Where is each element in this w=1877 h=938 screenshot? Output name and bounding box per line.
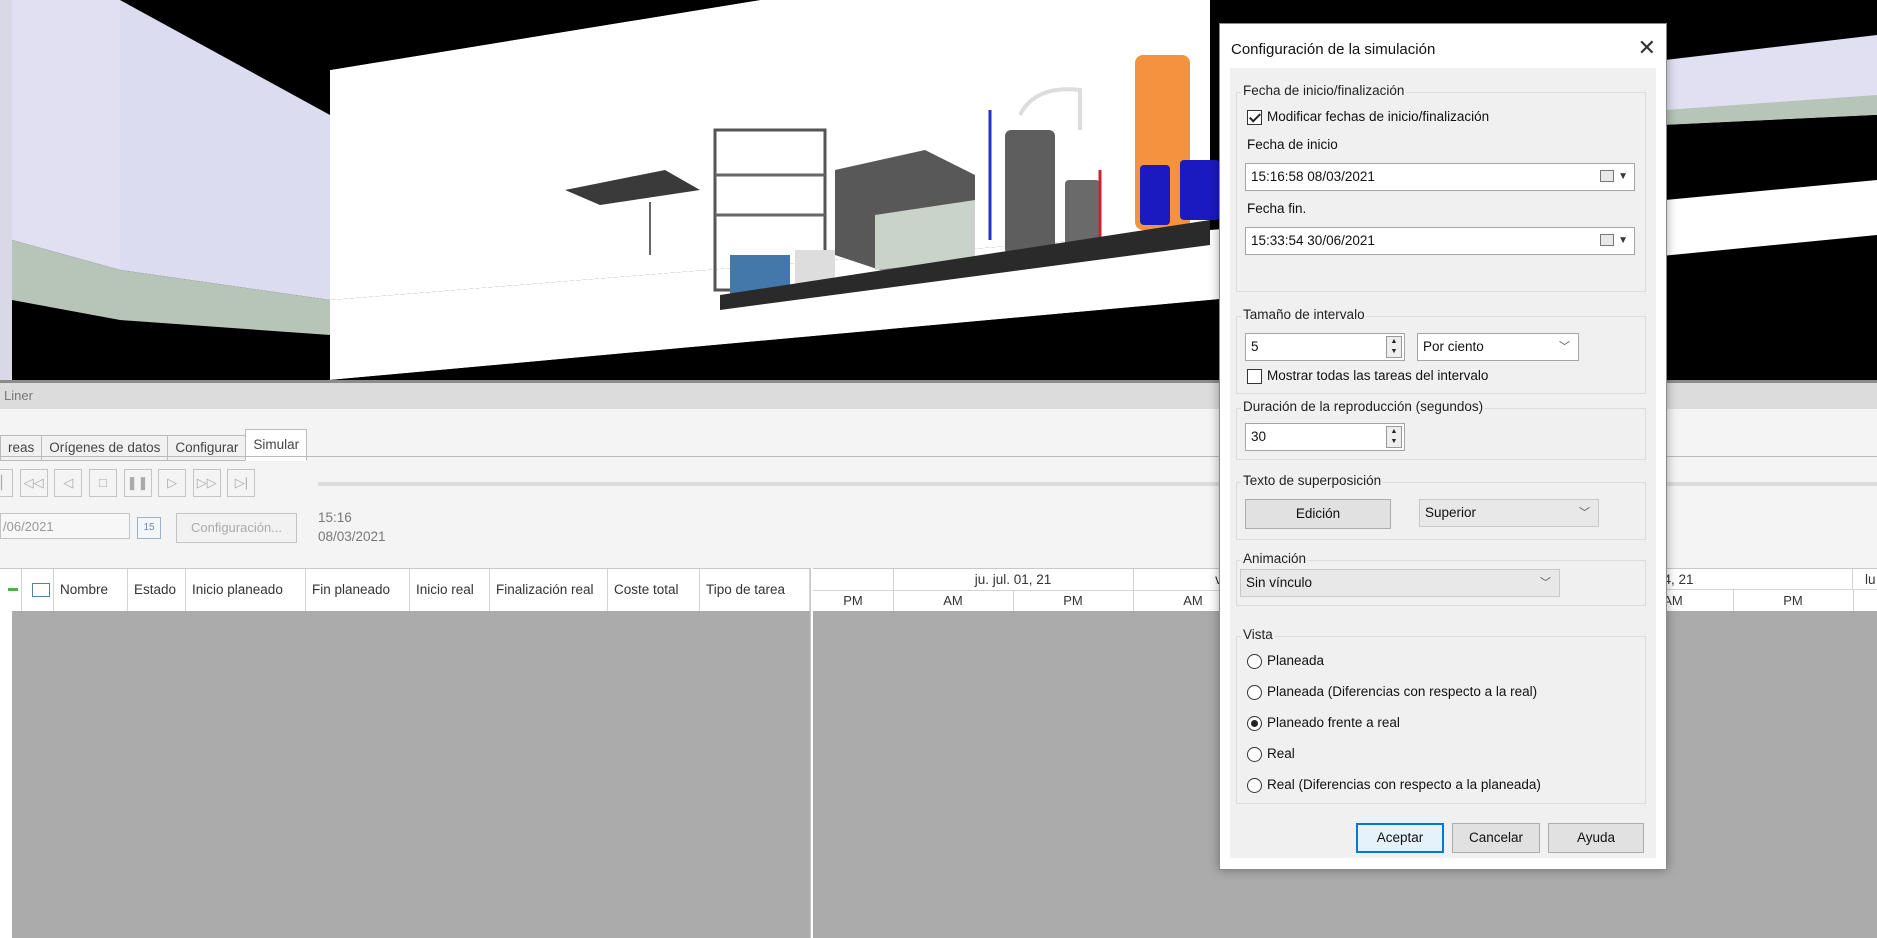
calendar-icon[interactable] — [1600, 170, 1614, 182]
animation-group-label: Animación — [1241, 551, 1309, 566]
simulation-date-field[interactable]: /06/2021 — [0, 513, 130, 539]
override-dates-checkbox[interactable] — [1247, 110, 1262, 125]
configuration-button[interactable]: Configuración... — [176, 513, 297, 543]
chevron-down-icon[interactable]: ▼ — [1618, 164, 1628, 190]
spinner-arrows-icon[interactable]: ▲ ▼ — [1386, 426, 1402, 448]
view-group: Vista Planeada Planeada (Diferencias con… — [1236, 627, 1646, 804]
overlay-position-value: Superior — [1425, 505, 1477, 520]
overlay-text-group-label: Texto de superposición — [1241, 473, 1384, 488]
interval-size-stepper[interactable]: 5 ▲ ▼ — [1245, 333, 1405, 361]
animation-group: Animación Sin vínculo ﹀ — [1236, 551, 1646, 606]
comment-icon[interactable] — [28, 569, 54, 611]
show-all-tasks-checkbox[interactable] — [1247, 369, 1262, 384]
step-forward-button[interactable]: ▷▷ — [192, 469, 221, 497]
interval-group-label: Tamaño de intervalo — [1241, 307, 1367, 322]
view-option-actual-radio[interactable] — [1247, 747, 1262, 762]
view-group-label: Vista — [1241, 627, 1275, 642]
gantt-day: ju. jul. 01, 21 — [893, 569, 1134, 591]
start-date-field[interactable]: 15:16:58 08/03/2021 ▼ — [1245, 163, 1635, 191]
column-actual-end[interactable]: Finalización real — [490, 569, 608, 611]
simulation-settings-dialog: Configuración de la simulación ✕ Fecha d… — [1219, 23, 1667, 870]
start-date-label: Fecha de inicio — [1247, 137, 1338, 152]
playback-group-label: Duración de la reproducción (segundos) — [1241, 399, 1486, 414]
view-option-actual-diff-label: Real (Diferencias con respecto a la plan… — [1267, 777, 1541, 792]
view-option-planned-radio[interactable] — [1247, 654, 1262, 669]
playback-toolbar: ▏ ◁◁ ◁ □ ❚❚ ▷ ▷▷ ▷| — [0, 469, 258, 499]
view-option-planned-diff-label: Planeada (Diferencias con respecto a la … — [1267, 684, 1538, 699]
start-date-value: 15:16:58 08/03/2021 — [1251, 169, 1375, 184]
view-option-planned-vs-actual-radio[interactable] — [1247, 716, 1262, 731]
cancel-button[interactable]: Cancelar — [1452, 823, 1540, 853]
calendar-icon[interactable] — [1600, 234, 1614, 246]
spinner-arrows-icon[interactable]: ▲ ▼ — [1386, 336, 1402, 358]
calendar-icon[interactable]: 15 — [137, 517, 161, 539]
end-date-field[interactable]: 15:33:54 30/06/2021 ▼ — [1245, 227, 1635, 255]
end-date-value: 15:33:54 30/06/2021 — [1251, 233, 1375, 248]
chevron-down-icon: ﹀ — [1559, 341, 1570, 353]
tab-configure[interactable]: Configurar — [167, 435, 247, 461]
tab-data-sources[interactable]: Orígenes de datos — [41, 435, 169, 461]
end-date-label: Fecha fin. — [1247, 201, 1307, 216]
gantt-half-day: PM — [1733, 590, 1854, 611]
close-icon[interactable]: ✕ — [1638, 36, 1656, 60]
play-reverse-button[interactable]: ▏ — [0, 469, 13, 497]
pause-button[interactable]: ❚❚ — [123, 469, 152, 497]
view-option-planned-label: Planeada — [1267, 653, 1325, 668]
step-back-fast-button[interactable]: ◁◁ — [19, 469, 48, 497]
show-all-tasks-label: Mostrar todas las tareas del intervalo — [1267, 368, 1489, 383]
tab-bar: reas Orígenes de datos Configurar Simular — [0, 429, 308, 461]
edit-overlay-button[interactable]: Edición — [1245, 499, 1391, 529]
stop-button[interactable]: □ — [88, 469, 117, 497]
grid-row-header — [0, 611, 12, 938]
go-to-end-button[interactable]: ▷| — [227, 469, 256, 497]
column-actual-start[interactable]: Inicio real — [410, 569, 490, 611]
playback-group: Duración de la reproducción (segundos) 3… — [1236, 399, 1646, 460]
task-grid-header: Nombre Estado Inicio planeado Fin planea… — [0, 568, 810, 612]
dates-group-label: Fecha de inicio/finalización — [1241, 83, 1407, 98]
help-button[interactable]: Ayuda — [1548, 823, 1644, 853]
chevron-down-icon[interactable]: ▼ — [1618, 228, 1628, 254]
dialog-title: Configuración de la simulación — [1231, 41, 1436, 58]
dialog-body: Fecha de inicio/finalización Modificar f… — [1230, 68, 1656, 858]
current-time-display: 15:16 08/03/2021 — [318, 508, 386, 546]
column-status[interactable]: Estado — [128, 569, 186, 611]
view-option-planned-vs-actual-label: Planeado frente a real — [1267, 715, 1400, 730]
column-task-type[interactable]: Tipo de tarea — [700, 569, 810, 611]
view-option-actual-diff-radio[interactable] — [1247, 778, 1262, 793]
animation-value: Sin vínculo — [1246, 575, 1313, 590]
gantt-half-day: AM — [893, 590, 1014, 611]
override-dates-label: Modificar fechas de inicio/finalización — [1267, 109, 1490, 124]
view-option-actual-label: Real — [1267, 746, 1295, 761]
current-time: 15:16 — [318, 510, 352, 525]
column-planned-start[interactable]: Inicio planeado — [186, 569, 306, 611]
column-name[interactable]: Nombre — [54, 569, 128, 611]
current-date: 08/03/2021 — [318, 529, 386, 544]
accept-button[interactable]: Aceptar — [1356, 823, 1444, 853]
step-back-button[interactable]: ◁ — [54, 469, 83, 497]
play-button[interactable]: ▷ — [158, 469, 187, 497]
view-option-planned-diff-radio[interactable] — [1247, 685, 1262, 700]
dates-group: Fecha de inicio/finalización Modificar f… — [1236, 83, 1646, 292]
overlay-position-select[interactable]: Superior ﹀ — [1419, 499, 1599, 527]
gantt-half-day: PM — [813, 590, 894, 611]
chevron-down-icon: ﹀ — [1540, 577, 1551, 589]
playback-duration-value: 30 — [1251, 429, 1267, 444]
interval-unit-value: Por ciento — [1423, 339, 1484, 354]
interval-group: Tamaño de intervalo 5 ▲ ▼ Por ciento ﹀ Mo… — [1236, 307, 1646, 394]
column-chooser-icon[interactable] — [0, 569, 22, 611]
task-grid-body[interactable] — [12, 611, 810, 938]
column-total-cost[interactable]: Coste total — [608, 569, 700, 611]
chevron-down-icon: ﹀ — [1579, 507, 1590, 519]
gantt-day — [813, 569, 894, 591]
overlay-text-group: Texto de superposición Edición Superior … — [1236, 473, 1646, 540]
gantt-half-day: PM — [1013, 590, 1134, 611]
interval-unit-select[interactable]: Por ciento ﹀ — [1417, 333, 1579, 361]
tab-tasks[interactable]: reas — [0, 435, 43, 461]
playback-duration-stepper[interactable]: 30 ▲ ▼ — [1245, 423, 1405, 451]
column-planned-end[interactable]: Fin planeado — [306, 569, 410, 611]
gantt-day: lu — [1853, 569, 1877, 590]
animation-select[interactable]: Sin vínculo ﹀ — [1240, 569, 1560, 597]
interval-size-value: 5 — [1251, 339, 1259, 354]
